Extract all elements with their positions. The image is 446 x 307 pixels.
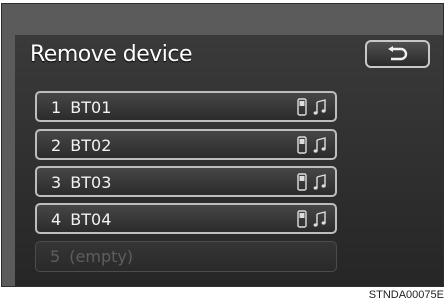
device-label: 5 (empty) xyxy=(50,247,134,266)
music-note-icon xyxy=(313,174,326,190)
device-label: 4 BT04 xyxy=(51,210,112,229)
phone-icon xyxy=(297,136,307,154)
device-label: 2 BT02 xyxy=(51,136,112,155)
device-button-4[interactable]: 4 BT04 xyxy=(35,203,337,234)
device-button-1[interactable]: 1 BT01 xyxy=(35,91,337,122)
device-button-2[interactable]: 2 BT02 xyxy=(35,129,337,160)
back-button[interactable] xyxy=(365,40,430,68)
device-button-3[interactable]: 3 BT03 xyxy=(35,166,337,197)
device-button-5-empty: 5 (empty) xyxy=(35,241,337,272)
phone-icon xyxy=(297,173,307,191)
music-note-icon xyxy=(313,137,326,153)
music-note-icon xyxy=(313,99,326,115)
figure-caption: STNDA00075E xyxy=(368,289,444,301)
back-arrow-icon xyxy=(387,46,407,61)
device-label: 3 BT03 xyxy=(51,173,112,192)
page-title: Remove device xyxy=(30,42,193,67)
phone-icon xyxy=(297,210,307,228)
device-label: 1 BT01 xyxy=(51,98,112,117)
music-note-icon xyxy=(313,211,326,227)
phone-icon xyxy=(297,98,307,116)
